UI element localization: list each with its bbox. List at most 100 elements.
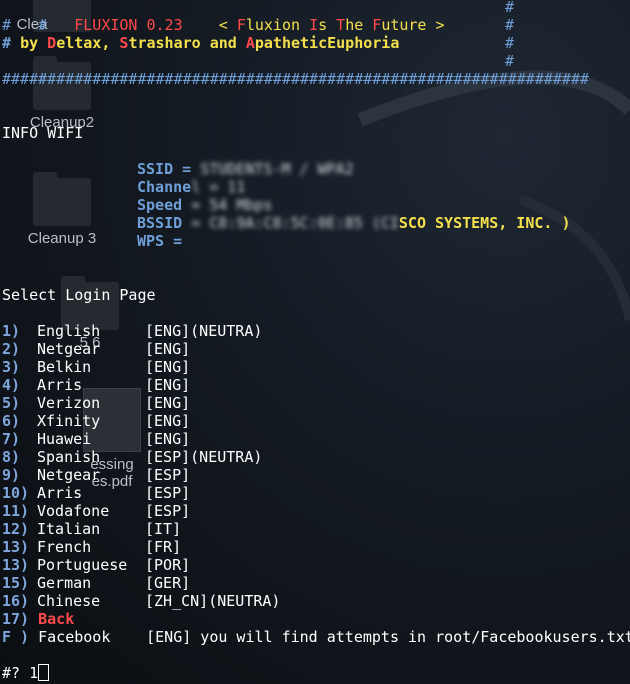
menu-item[interactable]: 1) English [ENG](NEUTRA) <box>2 322 262 340</box>
menu-item-code: [IT] <box>145 520 182 538</box>
info-wps-row: WPS = <box>137 232 182 250</box>
terminal-window[interactable]: # # FLUXION 0.23 < Fluxion Is The Future… <box>0 0 630 684</box>
menu-item[interactable]: 15) German [GER] <box>2 574 190 592</box>
bssid-value-redacted: = C8:9A:C8:5C:0E:85 (CI <box>191 214 399 232</box>
menu-item-name: Xfinity <box>37 412 101 430</box>
menu-item-name: Netgear <box>37 340 101 358</box>
banner-right-hash-4: # <box>505 52 515 70</box>
menu-item-name: German <box>37 574 92 592</box>
menu-item-code: [ENG] <box>145 358 191 376</box>
menu-item-number: 17) <box>2 610 30 628</box>
wps-label: WPS = <box>137 232 183 250</box>
menu-item-number: 6) <box>2 412 21 430</box>
menu-item-number: 13) <box>2 538 30 556</box>
banner-right-hash-2: # <box>505 16 515 34</box>
menu-item-name: Netgear <box>37 466 101 484</box>
info-heading: INFO WIFI <box>2 124 84 142</box>
menu-item-number: 8) <box>2 448 21 466</box>
menu-item-number: 9) <box>2 466 21 484</box>
menu-item[interactable]: 9) Netgear [ESP] <box>2 466 190 484</box>
menu-item[interactable]: 13) French [FR] <box>2 538 181 556</box>
menu-item-number: 16) <box>2 592 30 610</box>
menu-item-name: Arris <box>37 484 83 502</box>
menu-item-name: Italian <box>37 520 101 538</box>
menu-item-code: [FR] <box>145 538 182 556</box>
menu-item-code: [POR] <box>145 556 191 574</box>
ssid-value-redacted: STUDENTS-M / WPA2 <box>200 160 354 178</box>
info-ssid-row: SSID = STUDENTS-M / WPA2 <box>137 160 354 178</box>
menu-item-code: [ESP] <box>145 484 191 502</box>
menu-item-number: 5) <box>2 394 21 412</box>
menu-item-code: [GER] <box>145 574 191 592</box>
ssid-label: SSID = <box>137 160 192 178</box>
menu-heading: Select Login Page <box>2 286 156 304</box>
command-prompt[interactable]: #? 1 <box>2 664 50 682</box>
speed-value-redacted: = 54 Mbps <box>191 196 273 214</box>
banner-credits-line: # by Deltax, Strasharo and ApatheticEuph… <box>2 34 400 52</box>
menu-item[interactable]: 3) Belkin [ENG] <box>2 358 190 376</box>
menu-item-number: 13) <box>2 556 30 574</box>
menu-item-name: French <box>37 538 92 556</box>
prompt-input-value[interactable]: 1 <box>29 664 38 682</box>
channel-value-redacted: l = 11 <box>191 178 246 196</box>
menu-item[interactable]: 6) Xfinity [ENG] <box>2 412 190 430</box>
menu-item-number: 10) <box>2 484 30 502</box>
menu-item-code: [ESP] <box>145 466 191 484</box>
text-cursor <box>38 664 50 681</box>
menu-item-back[interactable]: 17) Back <box>2 610 74 628</box>
menu-item-number: F ) <box>2 628 30 646</box>
banner-title: FLUXION 0.23 <box>74 16 183 34</box>
menu-item-name: Huawei <box>37 430 92 448</box>
menu-item[interactable]: 7) Huawei [ENG] <box>2 430 190 448</box>
menu-item-number: 12) <box>2 520 30 538</box>
menu-item-code: [ENG] <box>145 340 191 358</box>
bssid-vendor: SCO SYSTEMS, INC. ) <box>398 214 571 232</box>
bssid-label: BSSID <box>137 214 183 232</box>
menu-item-name: Verizon <box>37 394 101 412</box>
menu-item-code: [ESP](NEUTRA) <box>145 448 263 466</box>
menu-item-number: 15) <box>2 574 30 592</box>
banner-title-line: # FLUXION 0.23 < Fluxion Is The Future > <box>2 16 445 34</box>
menu-item-code: [ENG] <box>145 430 191 448</box>
banner-line-4: # <box>38 70 48 88</box>
menu-item[interactable]: 12) Italian [IT] <box>2 520 181 538</box>
menu-item-facebook[interactable]: F ) Facebook [ENG] you will find attempts… <box>2 628 630 646</box>
menu-item[interactable]: 2) Netgear [ENG] <box>2 340 190 358</box>
menu-item[interactable]: 16) Chinese [ZH_CN](NEUTRA) <box>2 592 280 610</box>
menu-item[interactable]: 11) Vodafone [ESP] <box>2 502 190 520</box>
prompt-symbol: #? <box>2 664 30 682</box>
menu-item-name: Chinese <box>37 592 101 610</box>
menu-item-code: [ENG] <box>145 376 191 394</box>
menu-item-number: 1) <box>2 322 21 340</box>
speed-label: Speed <box>137 196 183 214</box>
menu-item-name: Arris <box>37 376 83 394</box>
banner-line-1: # <box>38 16 48 34</box>
menu-item[interactable]: 10) Arris [ESP] <box>2 484 190 502</box>
menu-item-name: English <box>37 322 101 340</box>
banner-border: ########################################… <box>2 70 589 88</box>
menu-item-number: 7) <box>2 430 21 448</box>
banner-right-hash-1: # <box>505 0 515 16</box>
menu-item-number: 11) <box>2 502 30 520</box>
menu-item-number: 4) <box>2 376 21 394</box>
menu-item[interactable]: 13) Portuguese [POR] <box>2 556 190 574</box>
menu-item-name: Vodafone <box>37 502 110 520</box>
info-speed-row: Speed = 54 Mbps <box>137 196 272 214</box>
menu-item-name: Spanish <box>37 448 101 466</box>
menu-item-number: 2) <box>2 340 21 358</box>
menu-item[interactable]: 4) Arris [ENG] <box>2 376 190 394</box>
menu-item-code: [ESP] <box>145 502 191 520</box>
back-label: Back <box>38 610 75 628</box>
menu-item-name: Belkin <box>37 358 92 376</box>
banner-right-hash-3: # <box>505 34 515 52</box>
channel-label: Channe <box>137 178 192 196</box>
menu-item-code: [ENG] <box>145 412 191 430</box>
menu-item-code: [ZH_CN](NEUTRA) <box>145 592 281 610</box>
menu-item-code: [ENG] you will find attempts in root/Fac… <box>146 628 630 646</box>
info-channel-row: Channel = 11 <box>137 178 245 196</box>
menu-item[interactable]: 8) Spanish [ESP](NEUTRA) <box>2 448 262 466</box>
menu-item-name: Facebook <box>38 628 111 646</box>
menu-item-code: [ENG](NEUTRA) <box>145 322 263 340</box>
menu-item[interactable]: 5) Verizon [ENG] <box>2 394 190 412</box>
menu-item-name: Portuguese <box>37 556 128 574</box>
